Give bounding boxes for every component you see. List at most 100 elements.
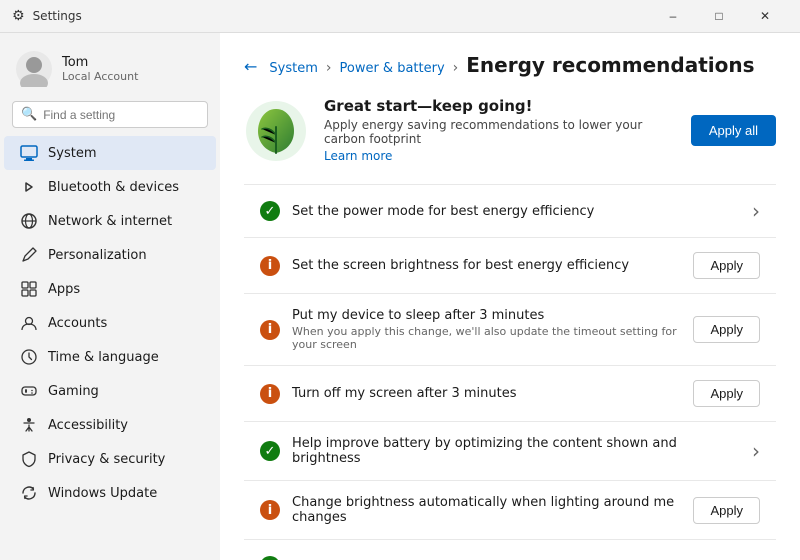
sidebar-item-update-label: Windows Update (48, 486, 157, 501)
back-button[interactable]: ← (244, 57, 257, 76)
rec-item: i Change brightness automatically when li… (244, 480, 776, 539)
sidebar-item-privacy[interactable]: Privacy & security (4, 442, 216, 476)
sidebar-item-gaming[interactable]: Gaming (4, 374, 216, 408)
rec-item: i Set the screen brightness for best ener… (244, 237, 776, 293)
rec-item: ✓Turn off my screen saver› (244, 539, 776, 560)
breadcrumb-current: Energy recommendations (466, 53, 754, 77)
apply-button[interactable]: Apply (693, 380, 760, 407)
rec-action: Apply (693, 497, 760, 524)
search-icon: 🔍 (21, 107, 37, 122)
breadcrumb: ← System › Power & battery › Energy reco… (244, 53, 776, 77)
breadcrumb-part-2[interactable]: Power & battery (340, 61, 445, 76)
bluetooth-icon (20, 178, 38, 196)
window-controls: – □ ✕ (650, 0, 788, 32)
info-icon: i (260, 384, 280, 404)
titlebar: ⚙ Settings – □ ✕ (0, 0, 800, 32)
hero-text: Great start—keep going! Apply energy sav… (324, 97, 675, 164)
sidebar-item-time[interactable]: Time & language (4, 340, 216, 374)
settings-icon: ⚙ (12, 8, 25, 24)
breadcrumb-sep-1: › (326, 60, 332, 76)
avatar (16, 51, 52, 87)
rec-content: Set the power mode for best energy effic… (292, 204, 740, 219)
sidebar-item-time-label: Time & language (48, 350, 159, 365)
update-icon (20, 484, 38, 502)
sidebar: Tom Local Account 🔍 System Bluetooth & d… (0, 33, 220, 560)
gaming-icon (20, 382, 38, 400)
sidebar-item-update[interactable]: Windows Update (4, 476, 216, 510)
apply-button[interactable]: Apply (693, 316, 760, 343)
info-icon: i (260, 320, 280, 340)
hero-section: Great start—keep going! Apply energy sav… (244, 97, 776, 164)
rec-action: › (752, 554, 760, 560)
sidebar-item-apps[interactable]: Apps (4, 272, 216, 306)
user-role: Local Account (62, 70, 138, 83)
check-icon: ✓ (260, 556, 280, 560)
sidebar-item-network[interactable]: Network & internet (4, 204, 216, 238)
search-box[interactable]: 🔍 (12, 101, 208, 128)
rec-action: Apply (693, 316, 760, 343)
breadcrumb-part-1[interactable]: System (269, 61, 317, 76)
system-icon (20, 144, 38, 162)
breadcrumb-sep-2: › (453, 60, 459, 76)
sidebar-item-personalization[interactable]: Personalization (4, 238, 216, 272)
sidebar-item-accounts[interactable]: Accounts (4, 306, 216, 340)
apps-icon (20, 280, 38, 298)
user-section: Tom Local Account (0, 41, 220, 101)
rec-title: Set the screen brightness for best energ… (292, 258, 681, 273)
leaf-icon (244, 99, 308, 163)
time-icon (20, 348, 38, 366)
info-icon: i (260, 500, 280, 520)
rec-action: Apply (693, 380, 760, 407)
network-icon (20, 212, 38, 230)
sidebar-item-accessibility-label: Accessibility (48, 418, 128, 433)
check-icon: ✓ (260, 441, 280, 461)
rec-content: Turn off my screen after 3 minutes (292, 386, 681, 401)
rec-title: Change brightness automatically when lig… (292, 495, 681, 525)
rec-title: Turn off my screen after 3 minutes (292, 386, 681, 401)
rec-content: Set the screen brightness for best energ… (292, 258, 681, 273)
rec-action: › (752, 199, 760, 223)
info-icon: i (260, 256, 280, 276)
rec-item: i Put my device to sleep after 3 minutesW… (244, 293, 776, 365)
rec-content: Help improve battery by optimizing the c… (292, 436, 740, 466)
maximize-button[interactable]: □ (696, 0, 742, 32)
rec-action: Apply (693, 252, 760, 279)
sidebar-item-bluetooth-label: Bluetooth & devices (48, 180, 179, 195)
rec-item: ✓ Set the power mode for best energy effi… (244, 184, 776, 237)
rec-item: i Turn off my screen after 3 minutes Apply (244, 365, 776, 421)
hero-description: Apply energy saving recommendations to l… (324, 118, 675, 146)
sidebar-item-system-label: System (48, 146, 96, 161)
sidebar-item-bluetooth[interactable]: Bluetooth & devices (4, 170, 216, 204)
rec-item: ✓ Help improve battery by optimizing the … (244, 421, 776, 480)
sidebar-item-system[interactable]: System (4, 136, 216, 170)
user-info: Tom Local Account (62, 55, 138, 83)
apply-all-button[interactable]: Apply all (691, 115, 776, 146)
chevron-right-icon[interactable]: › (752, 199, 760, 223)
hero-title: Great start—keep going! (324, 97, 675, 115)
apply-button[interactable]: Apply (693, 497, 760, 524)
chevron-right-icon[interactable]: › (752, 554, 760, 560)
rec-content: Put my device to sleep after 3 minutesWh… (292, 308, 681, 351)
sidebar-item-apps-label: Apps (48, 282, 80, 297)
rec-subtitle: When you apply this change, we'll also u… (292, 325, 681, 351)
close-button[interactable]: ✕ (742, 0, 788, 32)
hero-learn-more-link[interactable]: Learn more (324, 149, 392, 163)
titlebar-title: Settings (33, 9, 82, 23)
apply-button[interactable]: Apply (693, 252, 760, 279)
nav-list: System Bluetooth & devices Network & int… (0, 136, 220, 510)
sidebar-item-accessibility[interactable]: Accessibility (4, 408, 216, 442)
rec-title: Help improve battery by optimizing the c… (292, 436, 740, 466)
sidebar-item-gaming-label: Gaming (48, 384, 99, 399)
check-icon: ✓ (260, 201, 280, 221)
sidebar-item-accounts-label: Accounts (48, 316, 107, 331)
sidebar-item-network-label: Network & internet (48, 214, 172, 229)
chevron-right-icon[interactable]: › (752, 439, 760, 463)
sidebar-item-privacy-label: Privacy & security (48, 452, 165, 467)
rec-action: › (752, 439, 760, 463)
sidebar-item-personalization-label: Personalization (48, 248, 147, 263)
app-body: Tom Local Account 🔍 System Bluetooth & d… (0, 32, 800, 560)
rec-title: Set the power mode for best energy effic… (292, 204, 740, 219)
search-input[interactable] (43, 108, 199, 122)
minimize-button[interactable]: – (650, 0, 696, 32)
recommendations-list: ✓ Set the power mode for best energy effi… (244, 184, 776, 560)
